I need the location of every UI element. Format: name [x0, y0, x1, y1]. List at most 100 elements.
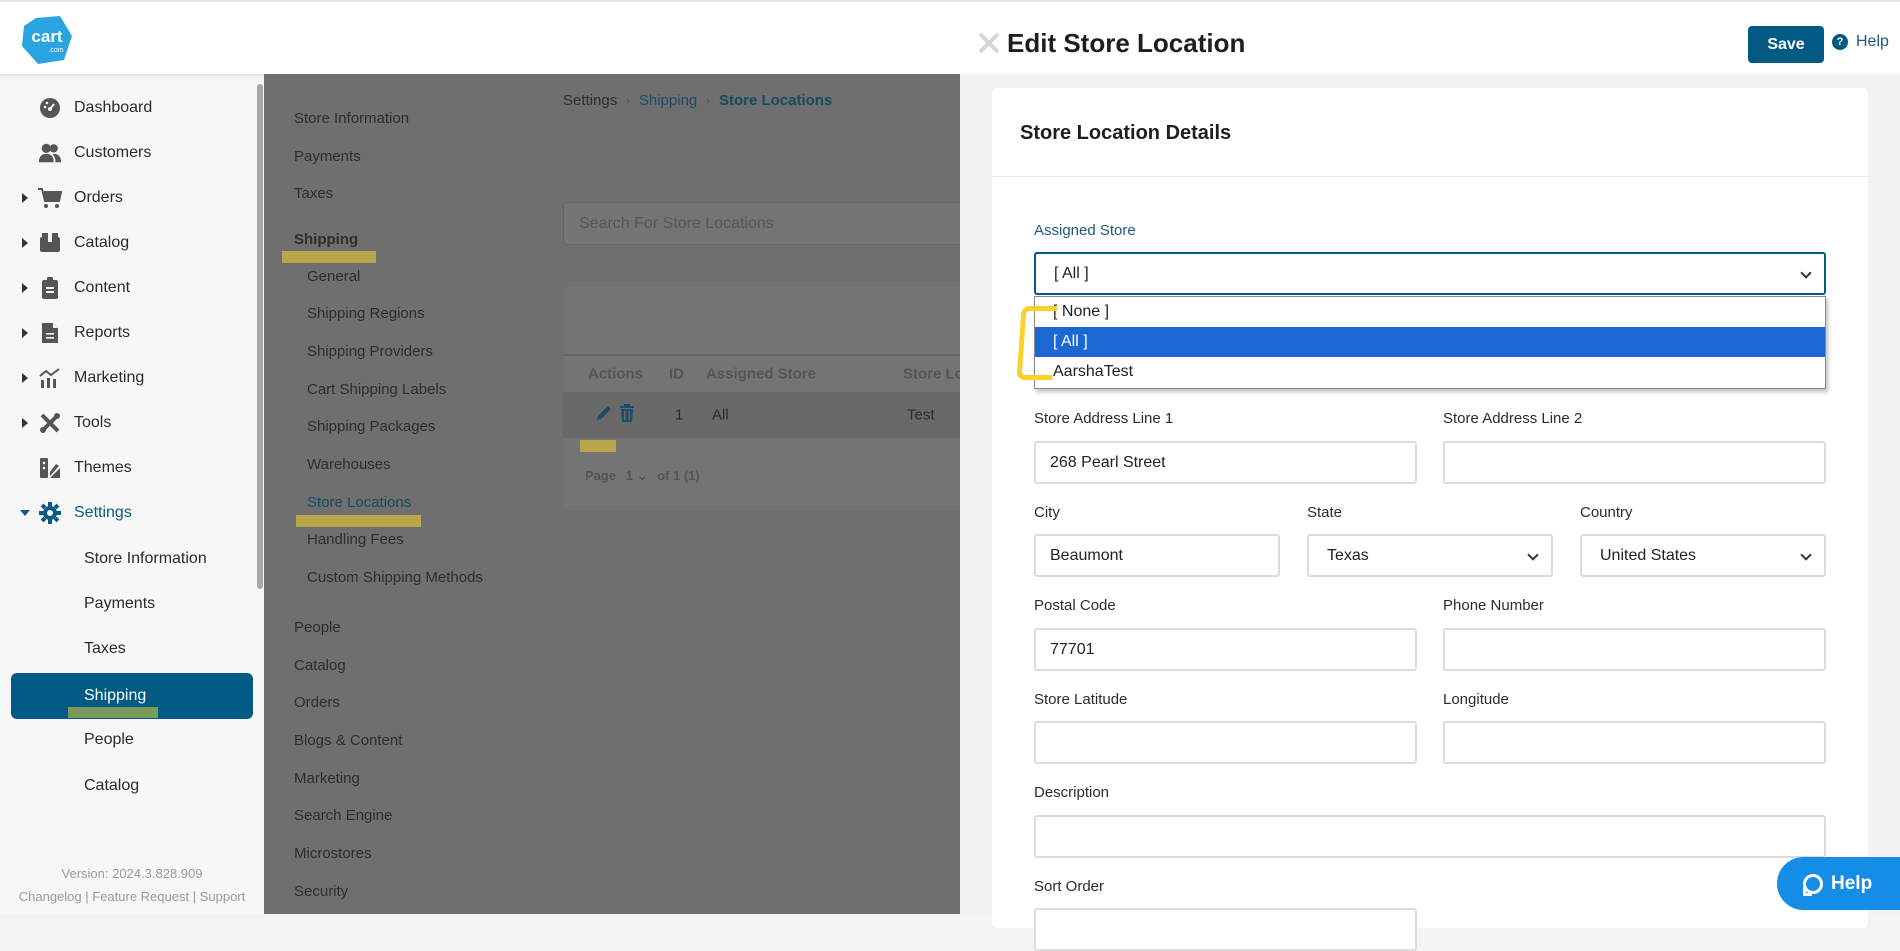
postal-code-label: Postal Code [1034, 597, 1116, 614]
sort-order-input[interactable] [1034, 908, 1417, 951]
dropdown-option-all[interactable]: [ All ] [1035, 327, 1825, 357]
panel-header: Edit Store Location Save ? Help [960, 0, 1900, 74]
caret-right-icon[interactable] [22, 193, 28, 203]
catalog-box-icon [38, 231, 62, 255]
page-select[interactable]: 1 [626, 468, 633, 483]
store-location-details-card: Store Location Details Assigned Store [ … [992, 88, 1868, 951]
dropdown-option-none[interactable]: [ None ] [1035, 297, 1825, 327]
sidebar-item-label: Dashboard [74, 99, 153, 116]
settings-nav-microstores[interactable]: Microstores [294, 845, 372, 862]
settings-nav-general[interactable]: General [307, 268, 360, 285]
caret-right-icon[interactable] [22, 238, 28, 248]
cart-logo[interactable]: cart .com [22, 16, 72, 64]
longitude-label: Longitude [1443, 691, 1509, 708]
sidebar-item-themes[interactable]: Themes [0, 448, 255, 488]
settings-nav-shipping-packages[interactable]: Shipping Packages [307, 418, 435, 435]
chevron-down-icon [1527, 549, 1539, 561]
settings-nav-cart-shipping-labels[interactable]: Cart Shipping Labels [307, 381, 446, 398]
phone-input[interactable] [1443, 628, 1826, 671]
sidebar-item-marketing[interactable]: Marketing [0, 358, 255, 398]
city-input[interactable] [1034, 534, 1280, 577]
help-link[interactable]: ? Help [1832, 33, 1889, 51]
sidebar-sub-catalog[interactable]: Catalog [0, 766, 255, 806]
settings-nav-marketing[interactable]: Marketing [294, 770, 360, 787]
caret-down-icon[interactable] [20, 510, 30, 516]
address1-input[interactable] [1034, 441, 1417, 484]
changelog-link[interactable]: Changelog [19, 889, 82, 904]
dropdown-option-aarshatest[interactable]: AarshaTest [1035, 357, 1825, 387]
settings-nav-store-locations[interactable]: Store Locations [307, 494, 411, 511]
address2-input[interactable] [1443, 441, 1826, 484]
sidebar-sub-shipping[interactable]: Shipping [11, 673, 253, 719]
feature-request-link[interactable]: Feature Request [92, 889, 189, 904]
state-value: Texas [1327, 546, 1369, 564]
description-input[interactable] [1034, 815, 1826, 858]
col-store-location[interactable]: Store Lo [903, 366, 960, 383]
latitude-input[interactable] [1034, 721, 1417, 764]
sidebar-sub-taxes[interactable]: Taxes [0, 629, 255, 669]
settings-nav-taxes[interactable]: Taxes [294, 185, 333, 202]
breadcrumb-shipping[interactable]: Shipping [639, 92, 697, 109]
close-icon[interactable] [976, 30, 1002, 56]
settings-nav-shipping-regions[interactable]: Shipping Regions [307, 305, 425, 322]
settings-nav-catalog[interactable]: Catalog [294, 657, 346, 674]
caret-right-icon[interactable] [22, 373, 28, 383]
page-overlay[interactable]: Store Information Payments Taxes Shippin… [264, 74, 960, 914]
country-select[interactable]: United States [1580, 534, 1826, 577]
settings-nav-shipping-providers[interactable]: Shipping Providers [307, 343, 433, 360]
latitude-label: Store Latitude [1034, 691, 1128, 708]
highlight-annotation [296, 515, 421, 527]
settings-nav-people[interactable]: People [294, 619, 341, 636]
support-link[interactable]: Support [200, 889, 246, 904]
settings-nav-search-engine[interactable]: Search Engine [294, 807, 392, 824]
sidebar-item-dashboard[interactable]: Dashboard [0, 88, 255, 128]
longitude-input[interactable] [1443, 721, 1826, 764]
assigned-store-value: [ All ] [1054, 264, 1089, 282]
sidebar-item-reports[interactable]: Reports [0, 313, 255, 353]
sidebar: Dashboard Customers Orders Catalog Conte… [0, 74, 264, 914]
col-actions[interactable]: Actions [588, 366, 643, 383]
sidebar-item-label: Orders [74, 189, 123, 206]
sidebar-item-tools[interactable]: Tools [0, 403, 255, 443]
caret-right-icon[interactable] [22, 418, 28, 428]
delete-icon[interactable] [619, 404, 635, 426]
clipboard-icon [38, 276, 62, 300]
state-select[interactable]: Texas [1307, 534, 1553, 577]
caret-right-icon[interactable] [22, 328, 28, 338]
save-button[interactable]: Save [1748, 26, 1824, 63]
caret-right-icon[interactable] [22, 283, 28, 293]
settings-nav-warehouses[interactable]: Warehouses [307, 456, 391, 473]
settings-nav-handling-fees[interactable]: Handling Fees [307, 531, 404, 548]
settings-nav-custom-shipping-methods[interactable]: Custom Shipping Methods [307, 569, 483, 586]
sidebar-scrollbar[interactable] [257, 84, 263, 589]
settings-nav-blogs-content[interactable]: Blogs & Content [294, 732, 402, 749]
edit-icon[interactable] [595, 404, 613, 426]
assigned-store-select[interactable]: [ All ] [1034, 252, 1826, 295]
highlight-annotation [68, 707, 158, 718]
sidebar-item-content[interactable]: Content [0, 268, 255, 308]
settings-nav-shipping[interactable]: Shipping [294, 231, 358, 248]
store-locations-search-input[interactable]: Search For Store Locations [563, 202, 960, 245]
sidebar-item-catalog[interactable]: Catalog [0, 223, 255, 263]
col-assigned-store[interactable]: Assigned Store [706, 366, 816, 383]
sidebar-sub-label: Payments [84, 595, 156, 612]
customers-icon [38, 141, 62, 165]
sidebar-sub-people[interactable]: People [0, 720, 255, 760]
svg-text:.com: .com [48, 47, 63, 54]
sidebar-item-customers[interactable]: Customers [0, 133, 255, 173]
chevron-down-icon[interactable]: ⌄ [637, 468, 648, 483]
settings-nav-orders[interactable]: Orders [294, 694, 340, 711]
settings-nav-store-information[interactable]: Store Information [294, 110, 409, 127]
chat-help-button[interactable]: Help [1777, 857, 1900, 910]
postal-code-input[interactable] [1034, 628, 1417, 671]
sidebar-sub-store-information[interactable]: Store Information [0, 539, 255, 579]
col-id[interactable]: ID [669, 366, 684, 383]
sidebar-item-label: Customers [74, 144, 152, 161]
sidebar-item-orders[interactable]: Orders [0, 178, 255, 218]
settings-nav-security[interactable]: Security [294, 883, 348, 900]
sidebar-item-settings[interactable]: Settings [0, 493, 255, 533]
table-row[interactable]: 1 All Test [563, 392, 960, 438]
breadcrumb-settings[interactable]: Settings [563, 92, 617, 109]
settings-nav-payments[interactable]: Payments [294, 148, 361, 165]
sidebar-sub-payments[interactable]: Payments [0, 584, 255, 624]
